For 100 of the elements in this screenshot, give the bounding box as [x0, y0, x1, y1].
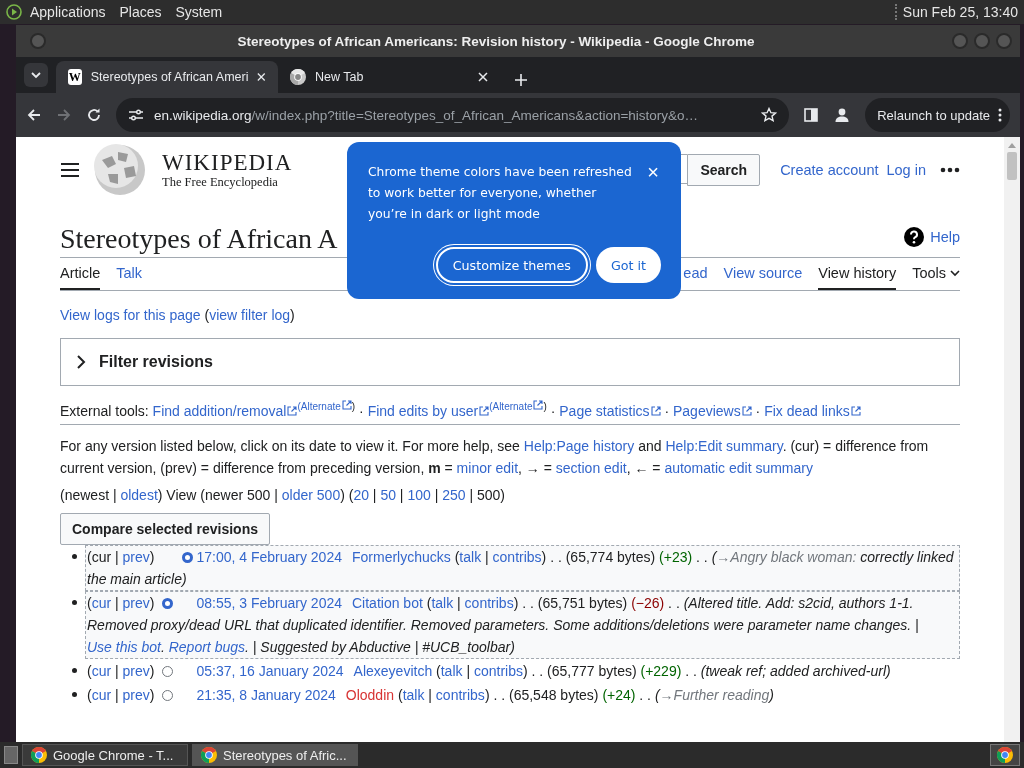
- text-link[interactable]: prev: [122, 686, 150, 703]
- text-link[interactable]: Use this bot: [87, 638, 161, 655]
- text-link[interactable]: contribs: [492, 548, 542, 565]
- text-link[interactable]: View logs for this page: [60, 307, 201, 323]
- text-link[interactable]: Citation bot: [352, 594, 423, 611]
- address-bar[interactable]: en.wikipedia.org/w/index.php?title=Stereotypes_of_African_Americans&action=history&o…: [116, 98, 790, 132]
- revision-date-link[interactable]: 05:37, 16 January 2024: [196, 662, 344, 679]
- revision-date-link[interactable]: 17:00, 4 February 2024: [196, 548, 342, 565]
- text-link[interactable]: cur: [91, 662, 112, 679]
- tab-search-button[interactable]: [24, 63, 48, 87]
- text-link[interactable]: section edit: [555, 459, 627, 476]
- text-link[interactable]: view filter log: [209, 307, 291, 323]
- text-link[interactable]: talk: [431, 594, 454, 611]
- reload-icon[interactable]: [86, 107, 102, 123]
- chrome-icon: [201, 747, 217, 763]
- page-tab[interactable]: View source: [723, 258, 803, 290]
- clock[interactable]: Sun Feb 25, 13:40: [894, 4, 1018, 20]
- external-link[interactable]: Find edits by user: [367, 402, 490, 419]
- revision-radio[interactable]: [162, 597, 174, 609]
- close-icon[interactable]: [478, 72, 488, 82]
- puzzle-globe-icon: [94, 144, 146, 196]
- back-icon[interactable]: [26, 107, 42, 123]
- panel-menu[interactable]: Places: [119, 4, 162, 20]
- text-link[interactable]: prev: [122, 548, 150, 565]
- scrollbar-thumb[interactable]: [1007, 152, 1017, 180]
- text-link[interactable]: cur: [91, 686, 112, 703]
- text-link[interactable]: oldest: [120, 486, 158, 503]
- bullet-icon: [72, 667, 77, 673]
- taskbar-button[interactable]: Stereotypes of Afric...: [192, 744, 358, 766]
- section-link[interactable]: →Angry black woman:: [716, 548, 857, 565]
- page-tab[interactable]: View history: [818, 258, 897, 290]
- revision-radio[interactable]: [182, 551, 194, 563]
- revision-radio[interactable]: [162, 689, 174, 701]
- text-link[interactable]: prev: [122, 662, 150, 679]
- alternate-link[interactable]: (Alternate: [297, 401, 352, 412]
- text-link[interactable]: talk: [440, 662, 463, 679]
- text-link[interactable]: 250: [442, 486, 466, 503]
- text-link[interactable]: Help:Page history: [523, 437, 635, 454]
- text-link[interactable]: Help:Edit summary: [665, 437, 783, 454]
- side-panel-icon[interactable]: [803, 107, 820, 123]
- text-link[interactable]: 20: [353, 486, 369, 503]
- wikipedia-wordmark[interactable]: WIKIPEDIA: [162, 150, 293, 175]
- bullet-icon: [72, 599, 77, 605]
- page-tab[interactable]: ead: [683, 258, 708, 290]
- help-icon[interactable]: [904, 227, 925, 247]
- external-link-icon: [287, 405, 298, 416]
- account-link[interactable]: Log in: [886, 162, 926, 178]
- revision-date-link[interactable]: 08:55, 3 February 2024: [196, 594, 342, 611]
- close-icon[interactable]: [257, 72, 266, 82]
- tools-menu[interactable]: Tools: [912, 258, 960, 290]
- menu-icon[interactable]: [60, 162, 80, 178]
- text-link[interactable]: automatic edit summary: [664, 459, 813, 476]
- text-link[interactable]: contribs: [464, 594, 514, 611]
- text-link[interactable]: 50: [380, 486, 396, 503]
- external-link[interactable]: Page statistics: [559, 402, 661, 419]
- site-settings-icon[interactable]: [128, 108, 144, 122]
- text-link[interactable]: talk: [459, 548, 482, 565]
- text-link[interactable]: Report bugs: [168, 638, 245, 655]
- star-icon[interactable]: [761, 107, 778, 123]
- user-link[interactable]: Oloddin: [345, 686, 395, 703]
- text-link[interactable]: contribs: [435, 686, 485, 703]
- text-link[interactable]: cur: [91, 594, 112, 611]
- popup-message: Chrome theme colors have been refreshed to work better for everyone, whether you’re in dark or light mode: [368, 164, 633, 223]
- panel-menu[interactable]: System: [175, 4, 223, 20]
- external-link-icon: [850, 405, 861, 416]
- text-link[interactable]: 100: [407, 486, 431, 503]
- scrollbar[interactable]: [1004, 137, 1020, 742]
- browser-tab[interactable]: New Tab: [278, 61, 500, 93]
- page-tab[interactable]: Talk: [116, 258, 143, 290]
- external-link-icon: [741, 405, 752, 416]
- revision-date-link[interactable]: 21:35, 8 January 2024: [196, 686, 336, 703]
- text-link[interactable]: Formerlychucks: [352, 548, 451, 565]
- bullet-icon: [72, 553, 77, 559]
- text-link[interactable]: talk: [402, 686, 425, 703]
- search-button[interactable]: Search: [687, 154, 761, 186]
- text-link[interactable]: contribs: [473, 662, 523, 679]
- account-link[interactable]: Create account: [780, 162, 879, 178]
- external-link[interactable]: Find addition/removal: [152, 402, 298, 419]
- help-link[interactable]: Help: [930, 229, 960, 245]
- external-link[interactable]: Fix dead links: [764, 402, 861, 419]
- relaunch-button[interactable]: Relaunch to update: [865, 98, 1010, 132]
- text-link[interactable]: prev: [122, 594, 150, 611]
- page-tab[interactable]: Article: [60, 258, 101, 290]
- popup-button[interactable]: Customize themes: [435, 247, 588, 283]
- revision-radio[interactable]: [162, 665, 174, 677]
- text-link[interactable]: Alexeyevitch: [353, 662, 433, 679]
- chrome-favicon-icon: [290, 69, 306, 85]
- more-icon[interactable]: [940, 167, 960, 173]
- text-link[interactable]: older 500: [281, 486, 341, 503]
- browser-tab[interactable]: W Stereotypes of African Ameri: [56, 61, 278, 93]
- taskbar-button[interactable]: Google Chrome - T...: [22, 744, 188, 766]
- filter-revisions-toggle[interactable]: Filter revisions: [60, 338, 960, 386]
- panel-menu[interactable]: Applications: [30, 4, 106, 20]
- compare-button[interactable]: Compare selected revisions: [60, 512, 270, 545]
- alternate-link[interactable]: (Alternate: [489, 401, 544, 412]
- popup-button[interactable]: Got it: [595, 247, 661, 283]
- external-link[interactable]: Pageviews: [673, 402, 752, 419]
- external-link-icon: [479, 405, 490, 416]
- tagline: The Free Encyclopedia: [162, 174, 279, 190]
- popup-close-button[interactable]: ×: [647, 162, 659, 182]
